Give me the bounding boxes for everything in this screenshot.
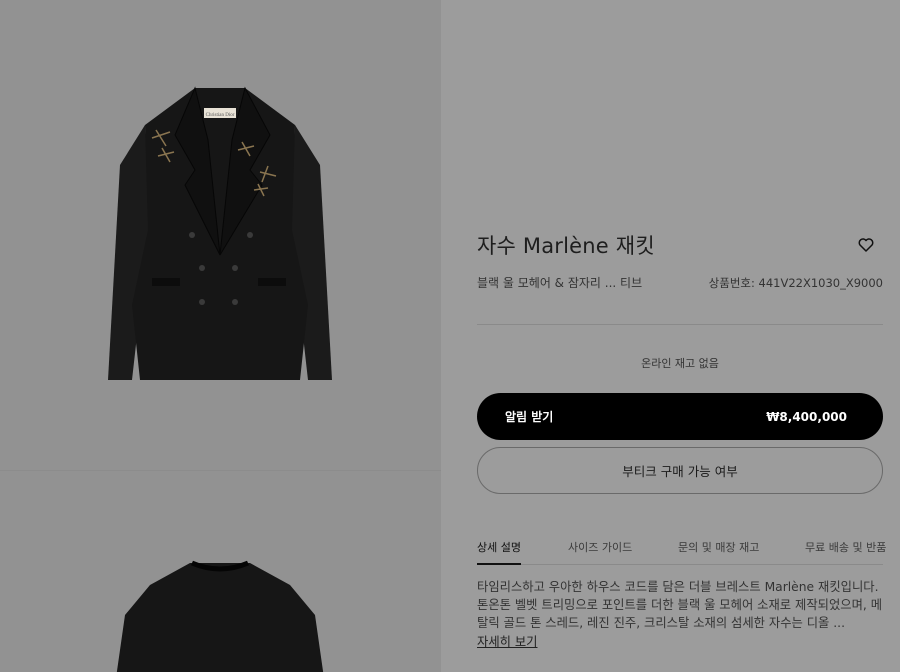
notify-label: 알림 받기 xyxy=(505,410,554,424)
tab-size-guide[interactable]: 사이즈 가이드 xyxy=(568,539,632,555)
collar-label-text: Christian Dior xyxy=(206,113,235,118)
detail-tabs: 상세 설명 사이즈 가이드 문의 및 매장 재고 무료 배송 및 반품 xyxy=(477,536,886,565)
notify-button[interactable]: 알림 받기 ₩8,400,000 xyxy=(477,393,883,440)
tab-shipping-returns[interactable]: 무료 배송 및 반품 xyxy=(805,539,886,555)
stock-status: 온라인 재고 없음 xyxy=(641,357,719,370)
divider xyxy=(477,324,883,325)
product-info-panel: 자수 Marlène 재킷 블랙 울 모헤어 & 잠자리 ... 티브 상품번호… xyxy=(441,0,900,672)
price: ₩8,400,000 xyxy=(766,409,847,424)
read-more-link[interactable]: 자세히 보기 xyxy=(477,632,537,650)
product-gallery: Christian Dior xyxy=(0,0,441,672)
product-title: 자수 Marlène 재킷 xyxy=(477,234,655,258)
gallery-divider xyxy=(0,470,441,471)
heart-icon[interactable] xyxy=(857,236,875,254)
product-subtitle: 블랙 울 모헤어 & 잠자리 ... 티브 xyxy=(477,276,643,290)
product-reference: 상품번호: 441V22X1030_X9000 xyxy=(708,276,883,290)
tab-inquiry-stock[interactable]: 문의 및 매장 재고 xyxy=(678,539,759,555)
product-image-back[interactable] xyxy=(110,555,330,672)
boutique-availability-button[interactable]: 부티크 구매 가능 여부 xyxy=(477,447,883,494)
tab-details[interactable]: 상세 설명 xyxy=(477,539,521,565)
product-description: 타임리스하고 우아한 하우스 코드를 담은 더블 브레스트 Marlène 재킷… xyxy=(477,580,883,630)
product-image-front[interactable]: Christian Dior xyxy=(100,80,340,390)
